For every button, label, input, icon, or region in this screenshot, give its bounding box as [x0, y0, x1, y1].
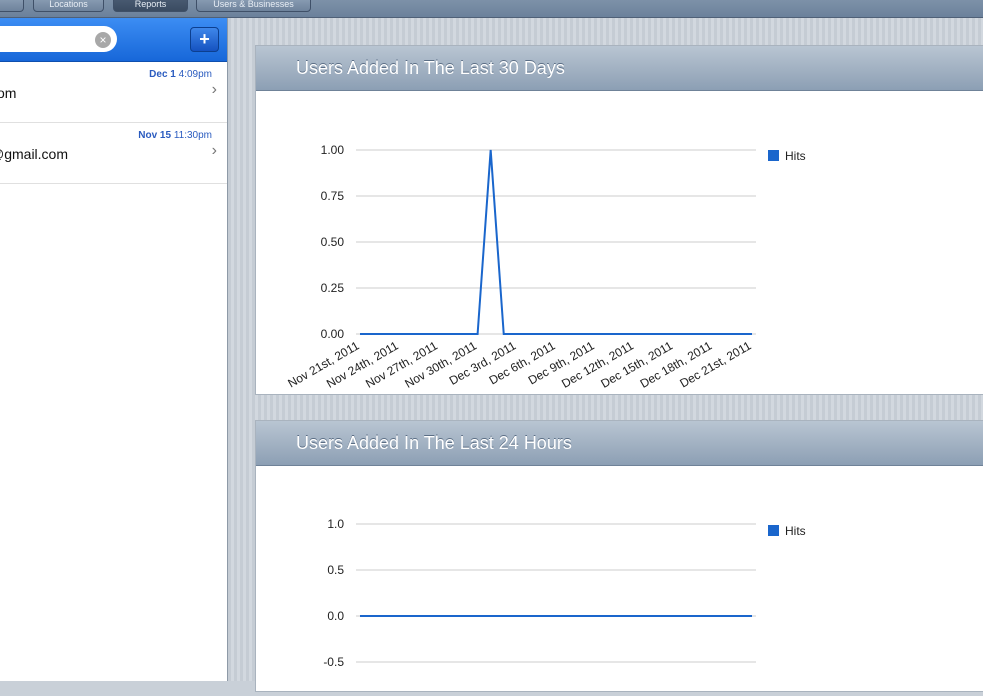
- list-item-email: @gmail.com: [0, 146, 68, 162]
- legend-label: Hits: [785, 149, 806, 163]
- reports-area: Users Added In The Last 30 Days 1.00 0.75…: [228, 18, 983, 681]
- legend-swatch: [768, 150, 779, 161]
- chevron-right-icon: ›: [212, 81, 217, 99]
- chevron-right-icon: ›: [212, 142, 217, 160]
- toolbar-button-left[interactable]: [0, 0, 24, 12]
- clear-search-icon[interactable]: ×: [95, 32, 111, 48]
- list-item-date: Nov 15 11:30pm: [138, 130, 212, 141]
- y-tick-label: 0.00: [321, 327, 345, 341]
- panel-title: Users Added In The Last 24 Hours: [296, 433, 572, 454]
- line-chart-30-days: 1.000.750.500.250.00Nov 21st, 2011Nov 24…: [256, 91, 983, 394]
- legend-label: Hits: [785, 524, 806, 538]
- top-toolbar: Locations Reports Users & Businesses: [0, 0, 983, 18]
- y-tick-label: 1.00: [321, 143, 345, 157]
- legend-swatch: [768, 525, 779, 536]
- line-chart-24-hours: 1.0 0.5 0.0 -0.5 Hits: [256, 466, 983, 696]
- panel-header: Users Added In The Last 30 Days: [256, 46, 983, 91]
- search-bar: × +: [0, 18, 227, 62]
- y-tick-label: 1.0: [327, 517, 344, 531]
- toolbar-button-users-businesses[interactable]: Users & Businesses: [196, 0, 311, 12]
- list-item-email: com: [0, 85, 16, 101]
- toolbar-button-reports[interactable]: Reports: [113, 0, 188, 12]
- list-item-date: Dec 1 4:09pm: [149, 69, 212, 80]
- list-item[interactable]: s @gmail.com 0 Nov 15 11:30pm ›: [0, 123, 227, 184]
- panel-header: Users Added In The Last 24 Hours: [256, 421, 983, 466]
- y-tick-label: 0.25: [321, 281, 345, 295]
- y-tick-label: 0.50: [321, 235, 345, 249]
- chart-panel-30-days: Users Added In The Last 30 Days 1.00 0.75…: [255, 45, 983, 395]
- y-tick-label: 0.0: [327, 609, 344, 623]
- y-tick-label: -0.5: [323, 655, 344, 669]
- toolbar-button-locations[interactable]: Locations: [33, 0, 104, 12]
- user-list-pane: × + s com Dec 1 4:09pm › s @gmail.com 0 …: [0, 18, 228, 681]
- panel-title: Users Added In The Last 30 Days: [296, 58, 565, 79]
- add-user-button[interactable]: +: [190, 27, 219, 52]
- y-tick-label: 0.5: [327, 563, 344, 577]
- y-tick-label: 0.75: [321, 189, 345, 203]
- chart-panel-24-hours: Users Added In The Last 24 Hours 1.0 0.5 0…: [255, 420, 983, 692]
- list-item[interactable]: s com Dec 1 4:09pm ›: [0, 62, 227, 123]
